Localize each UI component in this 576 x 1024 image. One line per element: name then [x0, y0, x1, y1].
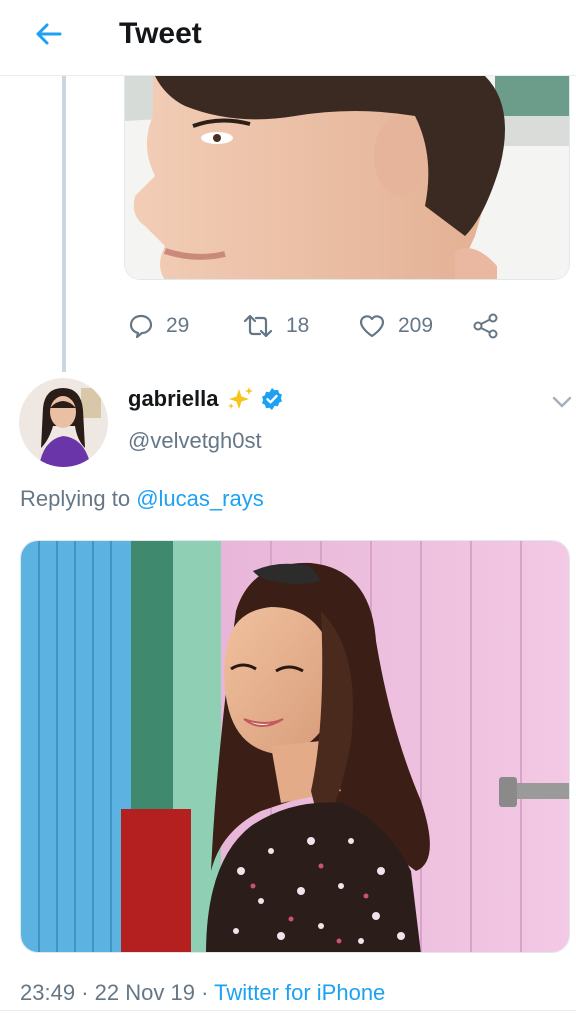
sparkles-icon: [228, 387, 254, 409]
page-title: Tweet: [119, 17, 202, 50]
divider: [0, 1010, 576, 1011]
display-name[interactable]: gabriella: [128, 386, 284, 412]
reply-count: 29: [166, 314, 190, 337]
tweet-photo[interactable]: [20, 540, 570, 953]
display-name-text: gabriella: [128, 386, 219, 411]
reply-button[interactable]: 29: [128, 306, 189, 346]
tweet-action-bar: 29 18 209: [124, 306, 544, 346]
back-button[interactable]: [28, 16, 68, 52]
like-count: 209: [398, 314, 434, 337]
user-handle[interactable]: @velvetgh0st: [128, 428, 262, 454]
separator-dot: ·: [81, 980, 89, 1005]
tweet-date: 22 Nov 19: [94, 980, 195, 1005]
replying-to-prefix: Replying to: [20, 486, 131, 511]
tweet-source-link[interactable]: Twitter for iPhone: [214, 980, 385, 1005]
like-icon: [359, 315, 385, 338]
share-icon: [473, 313, 498, 339]
more-options-button[interactable]: [550, 392, 574, 412]
top-bar: Tweet: [0, 0, 576, 76]
replying-to-mention-link[interactable]: @lucas_rays: [136, 486, 264, 511]
retweet-icon: [243, 314, 273, 338]
verified-badge-icon: [262, 388, 283, 410]
tweet-time: 23:49: [20, 980, 76, 1005]
avatar[interactable]: [19, 378, 108, 467]
share-button[interactable]: [472, 306, 512, 346]
retweet-count: 18: [286, 314, 310, 337]
retweet-button[interactable]: 18: [242, 306, 309, 346]
tweet-timestamp-line: 23:49 · 22 Nov 19 · Twitter for iPhone: [20, 980, 385, 1006]
reply-icon: [129, 314, 153, 339]
thread-connector-line: [62, 76, 66, 372]
parent-tweet-photo[interactable]: [124, 76, 570, 280]
separator-dot: ·: [201, 980, 209, 1005]
replying-to-line: Replying to @lucas_rays: [20, 486, 264, 512]
chevron-down-icon: [552, 396, 572, 408]
like-button[interactable]: 209: [358, 306, 433, 346]
arrow-left-icon: [36, 23, 62, 45]
